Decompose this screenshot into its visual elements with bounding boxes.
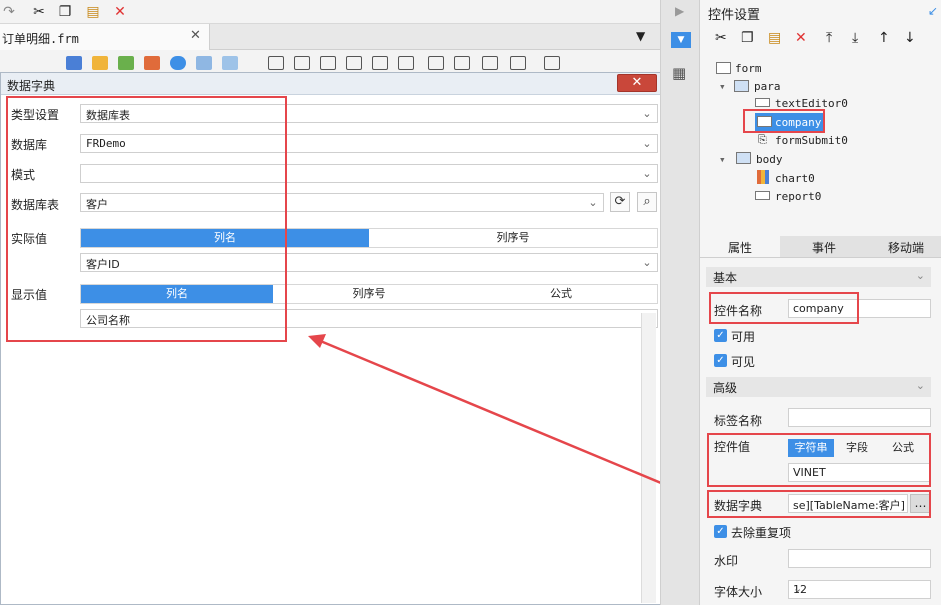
tab-events[interactable]: 事件 xyxy=(784,239,864,256)
visible-checkbox[interactable]: ✓ xyxy=(714,354,727,367)
tree-item-chart[interactable]: chart0 xyxy=(775,172,815,185)
move-down-icon[interactable]: ↓ xyxy=(904,30,916,46)
value-highlight-box xyxy=(707,433,931,487)
side-strip: ▶ ▼ ▦ xyxy=(660,0,700,605)
enabled-checkbox[interactable]: ✓ xyxy=(714,329,727,342)
widget-settings-icon[interactable]: ▼ xyxy=(671,32,691,48)
body-icon xyxy=(736,152,751,164)
tab-mobile[interactable]: 移动端 xyxy=(866,239,941,256)
submit-icon: ⎘ xyxy=(758,133,767,146)
tree-expand-icon[interactable]: ▾ xyxy=(719,80,726,93)
text-editor-icon xyxy=(755,98,770,107)
panel-title: 控件设置 xyxy=(708,8,761,23)
para-icon xyxy=(734,80,749,92)
move-bottom-icon[interactable]: ⤓ xyxy=(852,30,858,46)
tree-item-report[interactable]: report0 xyxy=(775,190,821,203)
delete-icon[interactable]: ✕ xyxy=(795,30,807,46)
collapse-icon[interactable]: ↙ xyxy=(928,4,938,18)
section-basic-title: 基本 xyxy=(713,271,738,285)
property-tabs: 属性 事件 移动端 xyxy=(700,236,941,258)
visible-label: 可见 xyxy=(731,355,756,369)
form-icon xyxy=(716,62,731,74)
section-basic[interactable]: 基本 ⌄ xyxy=(706,267,931,287)
move-top-icon[interactable]: ⤒ xyxy=(826,30,832,46)
font-size-select[interactable]: 12 ⌄ xyxy=(788,580,931,599)
watermark-label: 水印 xyxy=(714,554,739,568)
dedupe-checkbox[interactable]: ✓ xyxy=(714,525,727,538)
font-size-label: 字体大小 xyxy=(714,585,763,599)
chart-icon xyxy=(757,170,769,184)
move-up-icon[interactable]: ↑ xyxy=(878,30,890,46)
dedupe-label: 去除重复项 xyxy=(731,526,792,540)
report-icon xyxy=(755,191,770,200)
chevron-down-icon: ⌄ xyxy=(915,269,925,282)
dictionary-highlight-box xyxy=(707,490,931,518)
section-advanced-title: 高级 xyxy=(713,381,738,395)
chevron-down-icon: ⌄ xyxy=(915,379,925,392)
paste-icon[interactable]: ▤ xyxy=(768,30,781,46)
name-highlight-box xyxy=(709,292,859,324)
widget-settings-panel: 控件设置 ↙ ✂ ❐ ▤ ✕ ⤒ ⤓ ↑ ↓ form ▾ para textE… xyxy=(700,0,941,605)
tag-name-input[interactable] xyxy=(788,408,931,427)
watermark-input[interactable] xyxy=(788,549,931,568)
cut-icon[interactable]: ✂ xyxy=(715,30,727,46)
tree-item-body[interactable]: body xyxy=(756,153,783,166)
tree-highlight-box xyxy=(743,109,825,133)
enabled-label: 可用 xyxy=(731,330,756,344)
tree-item-form[interactable]: form xyxy=(735,62,762,75)
tab-properties[interactable]: 属性 xyxy=(700,236,780,257)
section-advanced[interactable]: 高级 ⌄ xyxy=(706,377,931,397)
copy-icon[interactable]: ❐ xyxy=(741,30,754,46)
tree-item-formsubmit[interactable]: formSubmit0 xyxy=(775,134,848,147)
tree-expand-icon[interactable]: ▾ xyxy=(719,153,726,166)
chevron-down-icon: ⌄ xyxy=(793,582,803,595)
component-tree-icon[interactable]: ▦ xyxy=(672,64,686,82)
tree-item-para[interactable]: para xyxy=(754,80,781,93)
tag-name-label: 标签名称 xyxy=(714,414,763,428)
expand-arrow-icon[interactable]: ▶ xyxy=(675,4,684,18)
